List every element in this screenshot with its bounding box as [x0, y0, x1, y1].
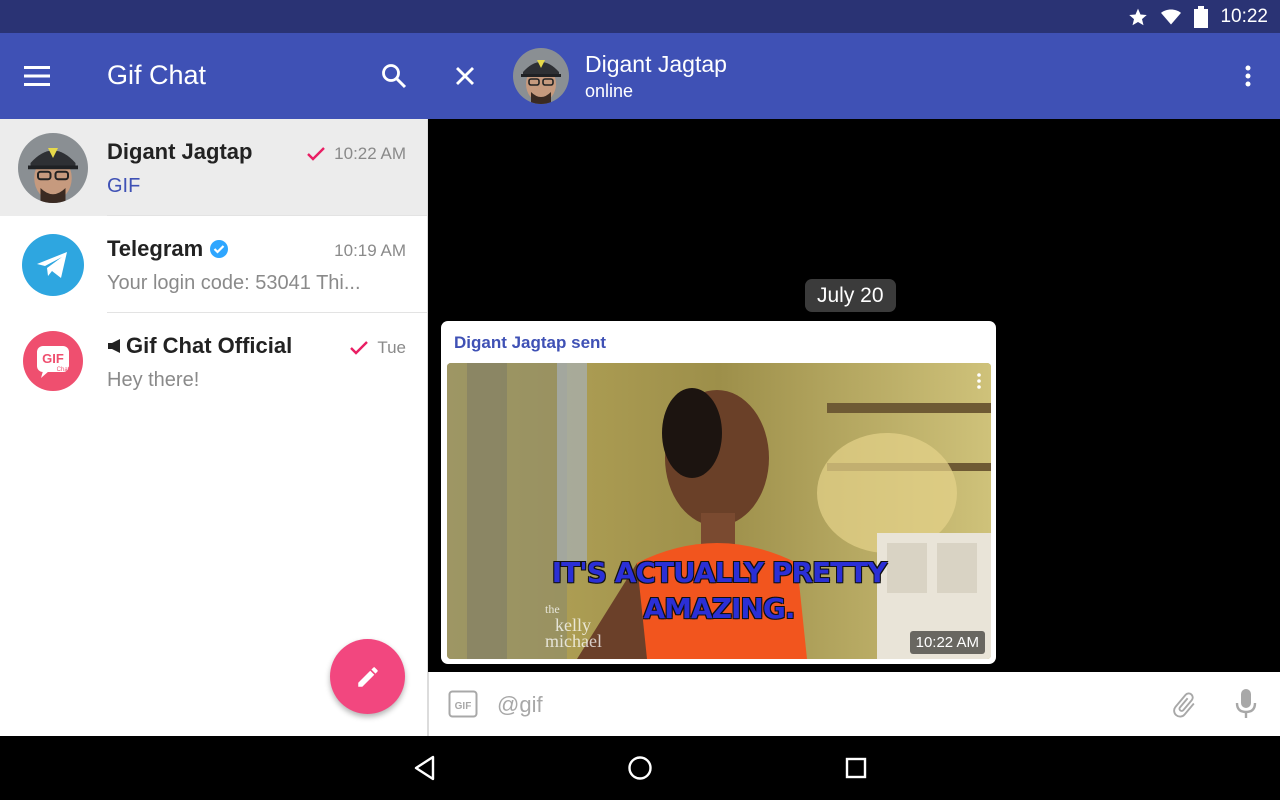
gif-watermark: the kelly michael — [545, 601, 602, 651]
verified-icon — [210, 240, 229, 258]
gif-button[interactable]: GIF — [447, 688, 479, 720]
more-vert-icon — [977, 373, 981, 389]
menu-icon — [24, 66, 50, 86]
date-separator: July 20 — [805, 279, 896, 312]
message-bubble[interactable]: Digant Jagtap sent IT'S ACTUALLY PRETTY … — [441, 321, 996, 664]
status-icons: 10:22 — [1128, 6, 1268, 28]
more-options-button[interactable] — [1228, 56, 1268, 96]
megaphone-icon — [108, 339, 120, 353]
close-icon — [456, 67, 474, 85]
chat-time-text: Tue — [377, 338, 406, 357]
chat-preview: GIF — [107, 175, 141, 197]
gif-media[interactable]: IT'S ACTUALLY PRETTY AMAZING. the kelly … — [447, 363, 991, 659]
chat-name-text: Gif Chat Official — [126, 333, 293, 358]
chat-time: Tue — [349, 338, 406, 358]
back-button[interactable] — [405, 750, 445, 786]
status-time: 10:22 — [1220, 6, 1268, 27]
avatar — [18, 133, 88, 203]
mic-icon — [1235, 689, 1257, 718]
avatar: GIF Chat — [23, 331, 83, 391]
gif-watermark-line-3: michael — [545, 631, 602, 651]
chat-row-gif-chat-official[interactable]: GIF Chat Gif Chat Official Hey there! Tu… — [0, 313, 427, 410]
message-time: 10:22 AM — [909, 631, 985, 654]
gif-icon: GIF — [448, 690, 478, 718]
menu-button[interactable] — [18, 56, 58, 96]
person-photo-icon — [513, 48, 569, 104]
new-message-fab[interactable] — [330, 639, 405, 714]
chat-preview: Your login code: 53041 Thi... — [107, 272, 361, 294]
chat-name-text: Digant Jagtap — [107, 139, 253, 164]
chat-name: Telegram — [107, 236, 229, 262]
chat-name-text: Telegram — [107, 236, 204, 261]
chat-preview: Hey there! — [107, 369, 200, 391]
wifi-icon — [1161, 9, 1182, 25]
chat-time: 10:22 AM — [306, 144, 406, 164]
chat-row-digant[interactable]: Digant Jagtap GIF 10:22 AM — [0, 119, 427, 216]
gif-caption: IT'S ACTUALLY PRETTY AMAZING. — [447, 555, 991, 627]
telegram-plane-icon — [37, 252, 67, 278]
gif-logo-subtext: Chat — [57, 367, 70, 373]
check-icon — [307, 147, 326, 161]
conversation-area: July 20 Digant Jagtap sent IT'S ACTUALLY… — [428, 119, 1280, 672]
recents-icon — [845, 757, 867, 779]
pencil-icon — [357, 666, 378, 687]
chat-list: Digant Jagtap GIF 10:22 AM Telegram Your… — [0, 119, 428, 736]
attach-icon — [1173, 692, 1195, 718]
search-button[interactable] — [374, 56, 414, 96]
search-icon — [382, 64, 407, 89]
recents-button[interactable] — [836, 750, 876, 786]
app-title: Gif Chat — [107, 60, 207, 90]
chat-header: Digant Jagtap online — [428, 33, 1280, 119]
chat-time-text: 10:22 AM — [334, 144, 406, 163]
voice-button[interactable] — [1229, 687, 1263, 721]
attach-button[interactable] — [1167, 688, 1201, 722]
battery-icon — [1194, 6, 1209, 28]
gif-logo-text: GIF — [42, 351, 64, 366]
status-bar: 10:22 — [0, 0, 1280, 33]
message-input[interactable]: @gif — [497, 692, 543, 718]
check-icon — [350, 341, 369, 355]
home-icon — [628, 756, 652, 780]
avatar — [22, 234, 84, 296]
chat-time-text: 10:19 AM — [334, 241, 406, 260]
chat-time: 10:19 AM — [334, 241, 406, 261]
chat-name: Digant Jagtap — [107, 139, 252, 165]
contact-name[interactable]: Digant Jagtap — [585, 51, 727, 78]
message-sender: Digant Jagtap sent — [454, 333, 607, 352]
message-composer: GIF @gif — [428, 672, 1280, 736]
contact-status: online — [585, 81, 634, 101]
gif-caption-line-2: AMAZING. — [643, 592, 796, 625]
home-button[interactable] — [620, 750, 660, 786]
close-button[interactable] — [445, 56, 485, 96]
more-vert-icon — [1245, 65, 1251, 87]
gif-caption-line-1: IT'S ACTUALLY PRETTY — [551, 556, 888, 589]
chat-row-telegram[interactable]: Telegram Your login code: 53041 Thi... 1… — [0, 216, 427, 313]
chat-name: Gif Chat Official — [107, 333, 292, 359]
star-icon — [1129, 8, 1148, 26]
app-toolbar: Gif Chat — [0, 33, 428, 119]
person-photo-icon — [18, 133, 88, 203]
gif-options-button[interactable] — [977, 373, 981, 394]
gif-chat-logo-icon: GIF Chat — [37, 346, 70, 378]
navigation-bar — [0, 736, 1280, 800]
back-icon — [414, 755, 435, 781]
gif-button-label: GIF — [455, 701, 472, 712]
contact-avatar[interactable] — [513, 48, 569, 104]
